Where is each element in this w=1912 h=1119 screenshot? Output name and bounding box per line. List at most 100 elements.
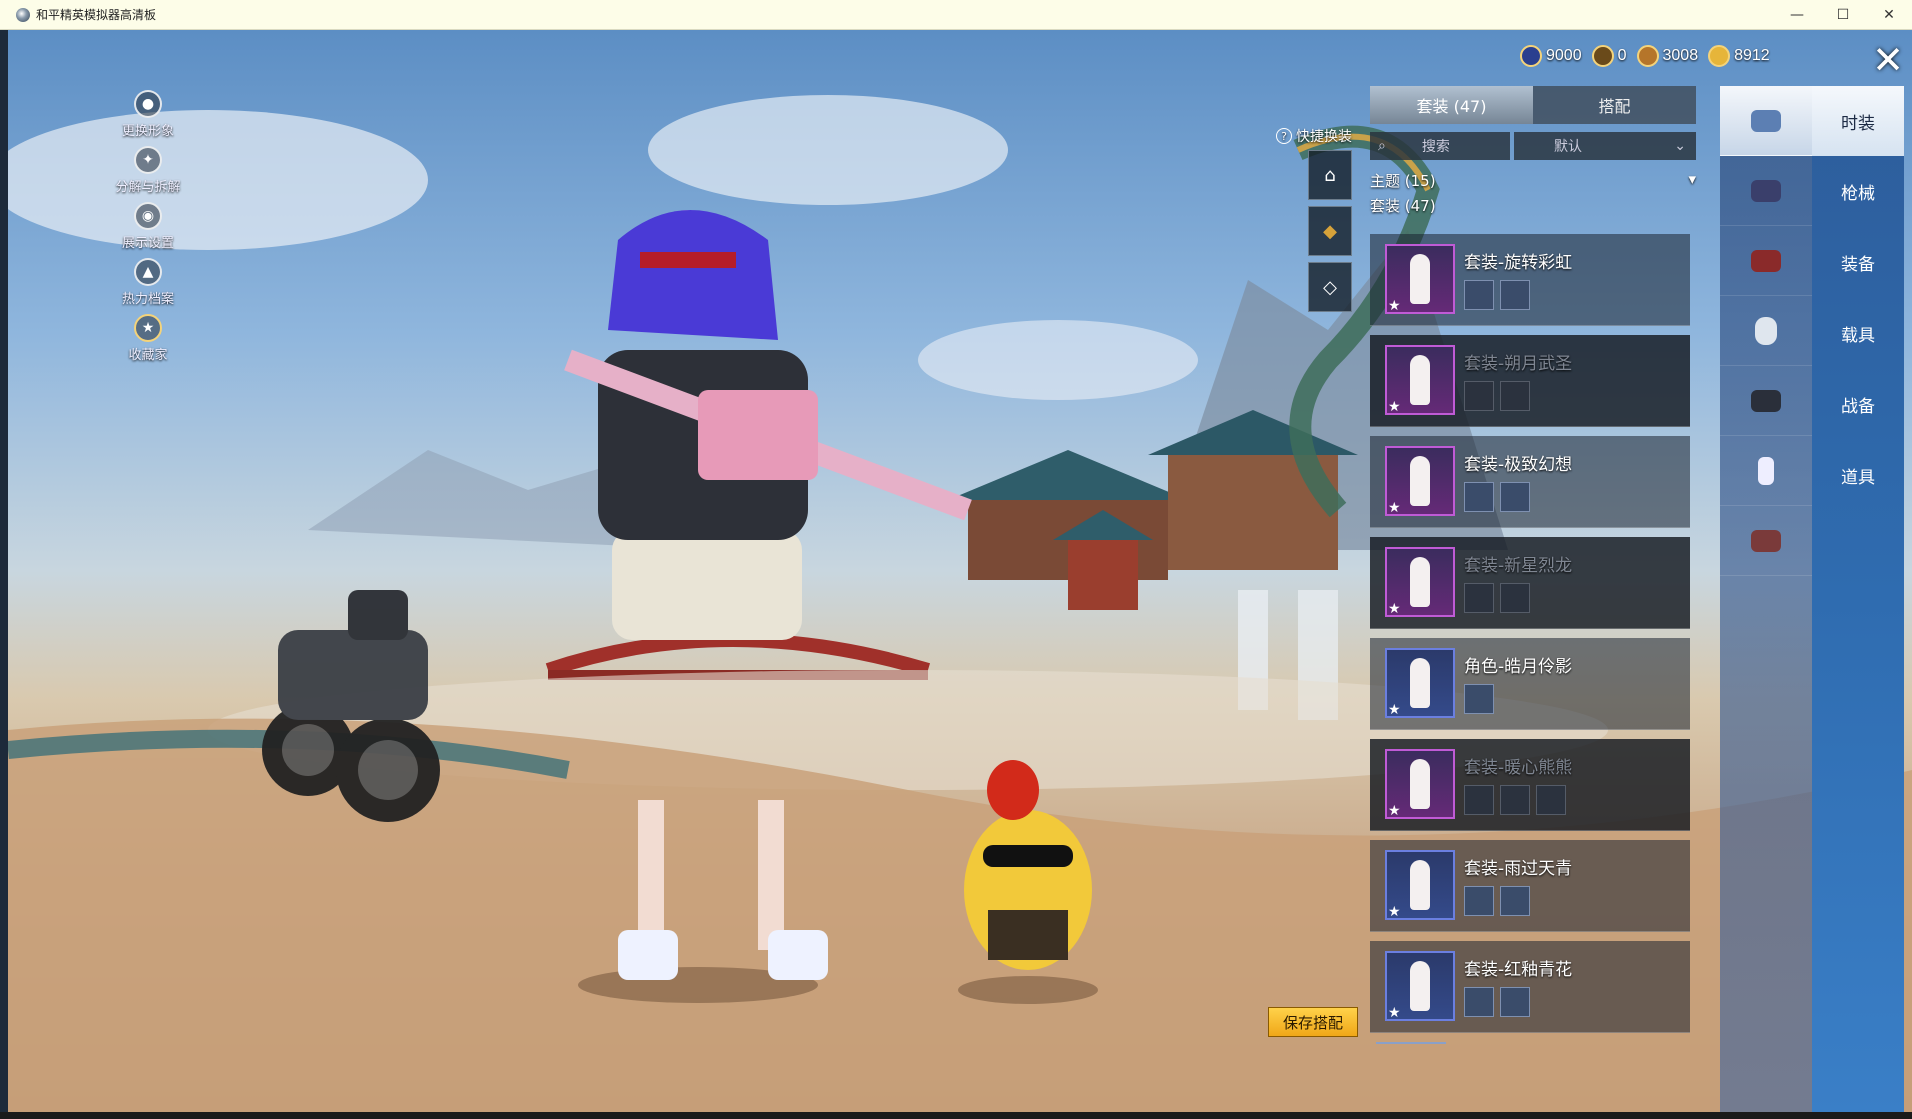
currency-item: 8912 [1708, 45, 1770, 67]
quick-change-label: 快捷换装 [1296, 129, 1352, 145]
outfit-item[interactable]: ★ 套装-旋转彩虹 [1370, 234, 1690, 326]
character-figure-icon [1410, 557, 1430, 607]
mask-icon[interactable] [1720, 296, 1812, 366]
outfit-part-icon [1500, 482, 1530, 512]
menu-items[interactable]: 道具 [1812, 440, 1904, 511]
tool-label: 更换形象 [121, 124, 174, 139]
shirt-slot-icon[interactable]: ⌂ [1308, 150, 1352, 200]
category-icon-column [1720, 86, 1812, 1112]
minimize-button[interactable]: — [1774, 0, 1820, 30]
quick-change[interactable]: ? 快捷换装 [1276, 126, 1352, 146]
sort-dropdown[interactable]: 默认 ⌄ [1514, 132, 1696, 160]
outfit-name: 套装-暖心熊熊 [1464, 758, 1573, 778]
outfit-name: 角色-皓月伶影 [1464, 657, 1573, 677]
quick-slots: ⌂ ◆ ◇ [1308, 150, 1352, 318]
character-figure-icon [1410, 961, 1430, 1011]
maximize-button[interactable]: ☐ [1820, 0, 1866, 30]
menu-vehicles[interactable]: 载具 [1812, 298, 1904, 369]
person-icon: ● [134, 90, 162, 118]
gold-coin-icon [1708, 45, 1731, 67]
close-panel-button[interactable]: ✕ [1870, 40, 1906, 80]
backpack-icon[interactable] [1720, 156, 1812, 226]
search-label: 搜索 [1421, 139, 1450, 155]
theme-label: 主题 (15) [1370, 172, 1436, 190]
outfit-parts [1464, 684, 1494, 714]
display-settings-button[interactable]: ◉ 展示设置 [108, 202, 188, 258]
search-button[interactable]: ⌕ 搜索 [1370, 132, 1510, 160]
left-toolbar: ● 更换形象 ✦ 分解与拆解 ◉ 展示设置 ▲ 热力档案 ★ 收藏家 [108, 90, 188, 370]
tab-suits[interactable]: 套装 (47) [1370, 86, 1533, 124]
outfit-part-icon [1500, 785, 1530, 815]
character-figure-icon [1410, 658, 1430, 708]
outfit-part-icon [1464, 280, 1494, 310]
gold-emblem-icon [1591, 45, 1614, 67]
window-titlebar: 和平精英模拟器高清板 — ☐ ✕ [0, 0, 1912, 30]
outfit-parts [1464, 886, 1530, 916]
currency-value: 9000 [1546, 47, 1582, 64]
outfit-parts [1464, 583, 1530, 613]
hat-icon[interactable] [1720, 226, 1812, 296]
outfit-part-icon [1464, 684, 1494, 714]
app-icon [16, 7, 30, 22]
window-title: 和平精英模拟器高清板 [36, 8, 157, 22]
window-controls: — ☐ ✕ [1774, 0, 1912, 30]
suit-count: 套装 (47) [1370, 197, 1436, 215]
menu-weapons[interactable]: 枪械 [1812, 156, 1904, 227]
outfit-item[interactable]: ★ 套装-雨过天青 [1370, 840, 1690, 932]
save-outfit-button[interactable]: 保存搭配 [1268, 1007, 1358, 1037]
character-figure-icon [1410, 355, 1430, 405]
outfit-list: ★ 套装-旋转彩虹 ★ 套装-朔月武圣 ★ 套装-极致幻想 ★ 套装-新星烈龙 ★ 角色-皓月伶影… [1370, 234, 1690, 1044]
change-appearance-button[interactable]: ● 更换形象 [108, 90, 188, 146]
currency-bar: 9000 0 3008 8912 [1520, 45, 1770, 67]
outfit-item[interactable]: ★ 套装-极致幻想 [1370, 436, 1690, 528]
outfit-part-icon [1464, 381, 1494, 411]
outfit-name: 套装-朔月武圣 [1464, 354, 1573, 374]
outfit-parts [1464, 381, 1530, 411]
outfit-parts [1464, 280, 1530, 310]
star-icon: ★ [1388, 500, 1401, 516]
outfit-parts [1464, 987, 1530, 1017]
help-icon[interactable]: ? [1276, 128, 1292, 144]
outfit-part-icon [1500, 583, 1530, 613]
outfit-tabs: 套装 (47) 搭配 [1370, 86, 1696, 124]
outfit-item[interactable]: ★ 套装-新星烈龙 [1370, 537, 1690, 629]
pet-icon[interactable] [1720, 506, 1812, 576]
collector-button[interactable]: ★ 收藏家 [108, 314, 188, 370]
outfit-item[interactable]: ★ 角色-皓月伶影 [1370, 638, 1690, 730]
theme-filter[interactable]: 主题 (15) ▾ [1370, 170, 1696, 191]
tool-label: 收藏家 [128, 348, 168, 363]
motorcycle [262, 590, 440, 822]
heat-profile-button[interactable]: ▲ 热力档案 [108, 258, 188, 314]
outfit-icon[interactable] [1720, 86, 1812, 156]
menu-equipment[interactable]: 装备 [1812, 227, 1904, 298]
glider-icon[interactable] [1720, 366, 1812, 436]
character-figure-icon [1410, 456, 1430, 506]
puzzle-icon: ✦ [134, 146, 162, 174]
currency-item: 0 [1591, 45, 1627, 67]
tool-label: 分解与拆解 [115, 180, 181, 195]
badge-slot-icon[interactable]: ◆ [1308, 206, 1352, 256]
app-window: 和平精英模拟器高清板 — ☐ ✕ ● 更换形象 ✦ 分解与拆解 ◉ 展示设置 ▲… [0, 0, 1912, 1119]
menu-battle-gear[interactable]: 战备 [1812, 369, 1904, 440]
outfit-item[interactable]: ★ 套装-朔月武圣 [1370, 335, 1690, 427]
star-icon: ★ [1388, 1005, 1401, 1021]
menu-fashion[interactable]: 时装 [1812, 86, 1904, 156]
outfit-item[interactable]: ★ 套装-红釉青花 [1370, 941, 1690, 1033]
tab-combos[interactable]: 搭配 [1533, 86, 1696, 124]
star-icon: ★ [1388, 298, 1401, 314]
outfit-name: 套装-旋转彩虹 [1464, 253, 1573, 273]
window-close-button[interactable]: ✕ [1866, 0, 1912, 30]
outfit-name: 套装-雨过天青 [1464, 859, 1573, 879]
outfit-part-icon [1464, 886, 1494, 916]
outfit-item[interactable]: ★ 套装-暖心熊熊 [1370, 739, 1690, 831]
star-icon: ★ [1388, 601, 1401, 617]
search-icon: ⌕ [1378, 138, 1386, 154]
currency-item: 3008 [1636, 45, 1698, 67]
outfit-part-icon [1536, 785, 1566, 815]
outfit-name: 套装-新星烈龙 [1464, 556, 1573, 576]
currency-item: 9000 [1520, 45, 1582, 67]
emote-icon[interactable] [1720, 436, 1812, 506]
outfit-part-icon [1500, 381, 1530, 411]
decompose-button[interactable]: ✦ 分解与拆解 [108, 146, 188, 202]
diamond-slot-icon[interactable]: ◇ [1308, 262, 1352, 312]
